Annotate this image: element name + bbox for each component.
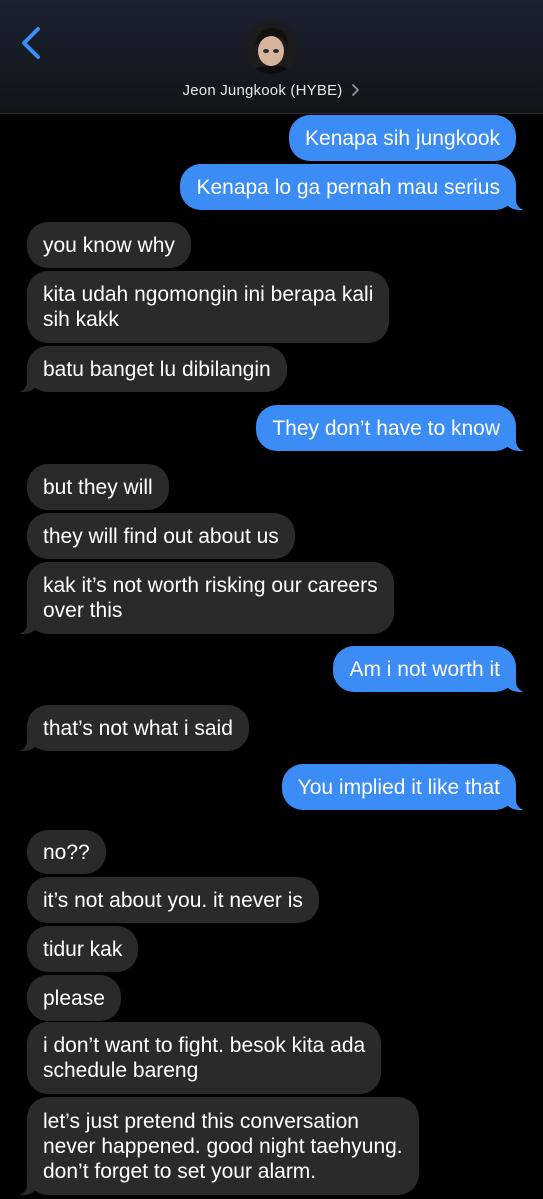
message-bubble-received[interactable]: batu banget lu dibilangin bbox=[1, 346, 287, 392]
message-text: let’s just pretend this conversation nev… bbox=[43, 1109, 403, 1183]
message-bubble-received[interactable]: let’s just pretend this conversation nev… bbox=[1, 1097, 419, 1195]
message-text: you know why bbox=[43, 233, 175, 257]
chevron-right-icon bbox=[352, 84, 360, 96]
message-text: Kenapa sih jungkook bbox=[305, 126, 500, 150]
message-text: it’s not about you. it never is bbox=[43, 888, 303, 912]
message-text: that’s not what i said bbox=[43, 716, 233, 740]
message-text: They don’t have to know bbox=[272, 416, 500, 440]
message-text: kak it’s not worth risking our careers o… bbox=[43, 574, 378, 622]
message-bubble-received[interactable]: no?? bbox=[27, 830, 106, 874]
message-bubble-received[interactable]: kak it’s not worth risking our careers o… bbox=[1, 562, 394, 634]
message-bubble-sent[interactable]: Am i not worth it bbox=[333, 646, 542, 692]
message-thread[interactable]: Kenapa sih jungkook Kenapa lo ga pernah … bbox=[0, 113, 543, 1199]
message-bubble-sent[interactable]: They don’t have to know bbox=[256, 405, 542, 451]
message-text: please bbox=[43, 986, 105, 1010]
message-bubble-received[interactable]: they will find out about us bbox=[27, 513, 295, 559]
message-text: i don’t want to fight. besok kita ada sc… bbox=[43, 1034, 366, 1082]
message-bubble-received[interactable]: tidur kak bbox=[27, 926, 139, 972]
message-bubble-received[interactable]: but they will bbox=[27, 464, 169, 510]
contact-name-button[interactable]: Jeon Jungkook (HYBE) bbox=[0, 79, 543, 101]
message-bubble-received[interactable]: that’s not what i said bbox=[1, 705, 249, 751]
contact-name: Jeon Jungkook (HYBE) bbox=[182, 81, 343, 99]
message-text: Am i not worth it bbox=[349, 657, 500, 681]
message-text: no?? bbox=[43, 840, 90, 864]
message-bubble-received[interactable]: you know why bbox=[27, 222, 191, 268]
message-bubble-received[interactable]: kita udah ngomongin ini berapa kali sih … bbox=[27, 271, 390, 343]
message-bubble-sent[interactable]: You implied it like that bbox=[281, 764, 543, 810]
message-text: batu banget lu dibilangin bbox=[43, 357, 271, 381]
message-text: kita udah ngomongin ini berapa kali sih … bbox=[43, 283, 374, 331]
conversation-header: Jeon Jungkook (HYBE) bbox=[0, 0, 543, 114]
message-text: but they will bbox=[43, 475, 153, 499]
message-bubble-received[interactable]: i don’t want to fight. besok kita ada sc… bbox=[27, 1022, 382, 1094]
message-text: they will find out about us bbox=[43, 524, 279, 548]
message-bubble-received[interactable]: it’s not about you. it never is bbox=[27, 877, 319, 923]
message-bubble-sent[interactable]: Kenapa sih jungkook bbox=[289, 115, 516, 161]
message-text: tidur kak bbox=[43, 937, 123, 961]
message-text: You implied it like that bbox=[297, 775, 500, 799]
message-bubble-sent[interactable]: Kenapa lo ga pernah mau serius bbox=[180, 164, 542, 210]
chevron-left-icon[interactable] bbox=[18, 26, 48, 60]
message-text: Kenapa lo ga pernah mau serius bbox=[196, 175, 500, 199]
avatar[interactable] bbox=[245, 21, 298, 74]
message-bubble-received[interactable]: please bbox=[27, 975, 121, 1021]
